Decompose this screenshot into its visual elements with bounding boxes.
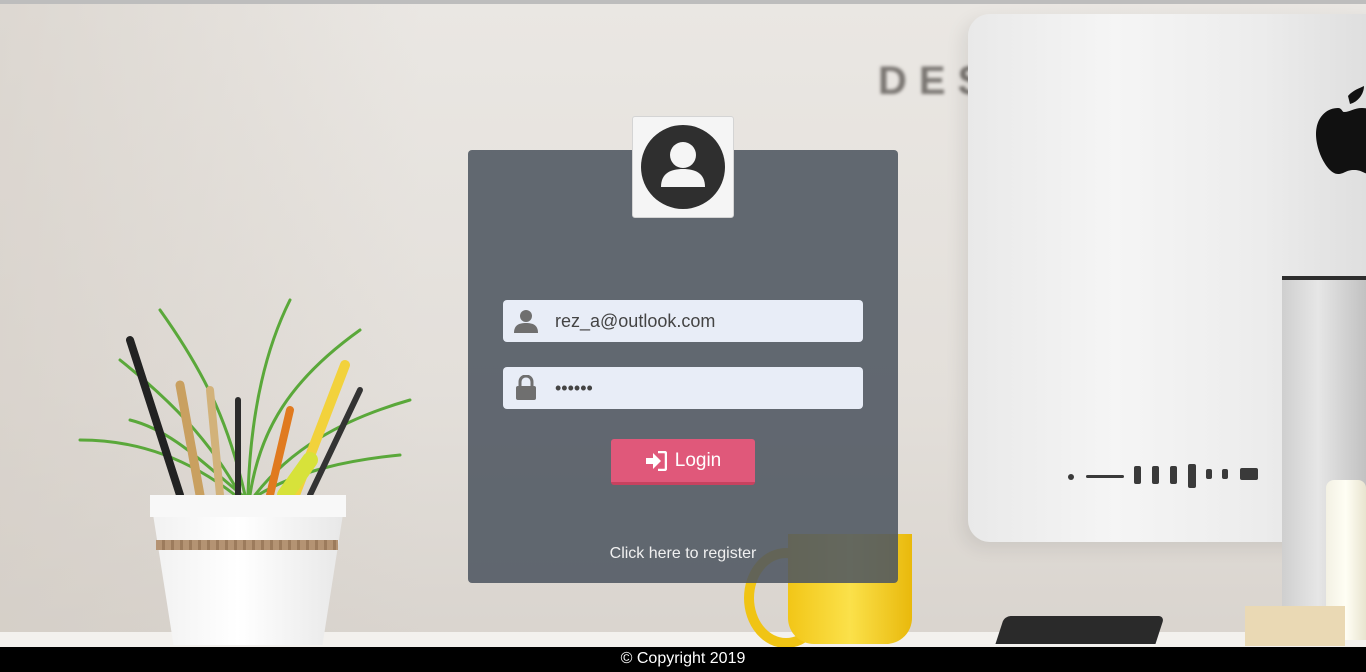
register-link[interactable]: Click here to register [468,545,898,563]
lock-icon [516,375,536,400]
user-icon [514,310,538,333]
sign-in-icon [645,450,667,471]
apple-logo-icon [1316,86,1366,174]
footer: © Copyright 2019 [0,647,1366,672]
monitor-ports [1068,464,1268,488]
copyright-text: © Copyright 2019 [620,650,746,667]
password-input[interactable] [555,367,855,409]
password-field [503,367,863,409]
email-field [503,300,863,342]
pot-rim [150,495,346,517]
email-input[interactable] [555,300,855,342]
user-circle-icon [641,125,725,209]
pot-twine [156,540,338,550]
login-button[interactable]: Login [611,439,755,485]
plant-illustration [78,298,412,500]
plant-pot [150,495,346,645]
login-button-label: Login [674,449,722,471]
avatar [632,116,734,218]
tablet-device [995,616,1165,644]
wooden-box [1245,606,1345,646]
